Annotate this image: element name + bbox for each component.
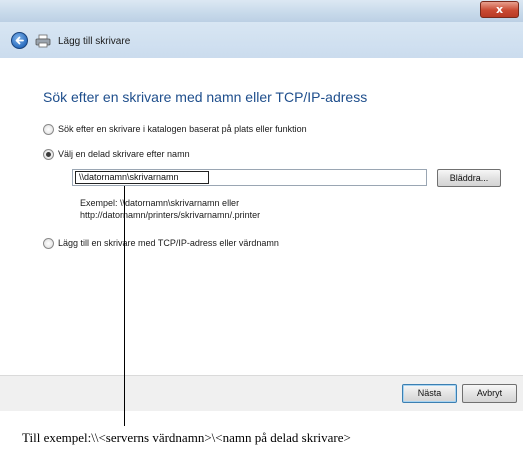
callout-caption: Till exempel:\\<serverns värdnamn>\<namn… <box>22 430 351 445</box>
back-button[interactable] <box>11 32 28 49</box>
navigation-bar: Lägg till skrivare <box>0 22 523 58</box>
wizard-content: Sök efter en skrivare med namn eller TCP… <box>0 58 523 375</box>
example-text-line2: http://datornamn/printers/skrivarnamn/.p… <box>80 210 261 220</box>
radio-select-shared-printer[interactable] <box>43 149 54 160</box>
window-title: Lägg till skrivare <box>58 36 131 47</box>
option-label-search-directory[interactable]: Sök efter en skrivare i katalogen basera… <box>58 124 307 134</box>
example-text-line1: Exempel: \\datornamn\skrivarnamn eller <box>80 198 240 208</box>
next-button[interactable]: Nästa <box>402 384 457 403</box>
browse-button[interactable]: Bläddra... <box>437 169 501 187</box>
add-printer-window: x Lägg till skrivare Sök efter en skriva… <box>0 0 523 411</box>
close-button[interactable]: x <box>480 1 519 18</box>
back-arrow-icon <box>15 36 24 45</box>
shared-printer-path-input[interactable]: \\datornamn\skrivarnamn <box>72 169 427 186</box>
printer-icon <box>35 34 51 48</box>
cancel-button[interactable]: Avbryt <box>462 384 517 403</box>
page-heading: Sök efter en skrivare med namn eller TCP… <box>43 89 368 105</box>
wizard-footer: Nästa Avbryt <box>0 375 523 411</box>
radio-tcpip-address[interactable] <box>43 238 54 249</box>
option-label-tcpip-address[interactable]: Lägg till en skrivare med TCP/IP-adress … <box>58 238 279 248</box>
title-bar: x <box>0 0 523 22</box>
radio-search-directory[interactable] <box>43 124 54 135</box>
option-label-select-shared-printer[interactable]: Välj en delad skrivare efter namn <box>58 149 190 159</box>
shared-printer-path-value: \\datornamn\skrivarnamn <box>75 171 209 184</box>
callout-line <box>124 186 125 426</box>
